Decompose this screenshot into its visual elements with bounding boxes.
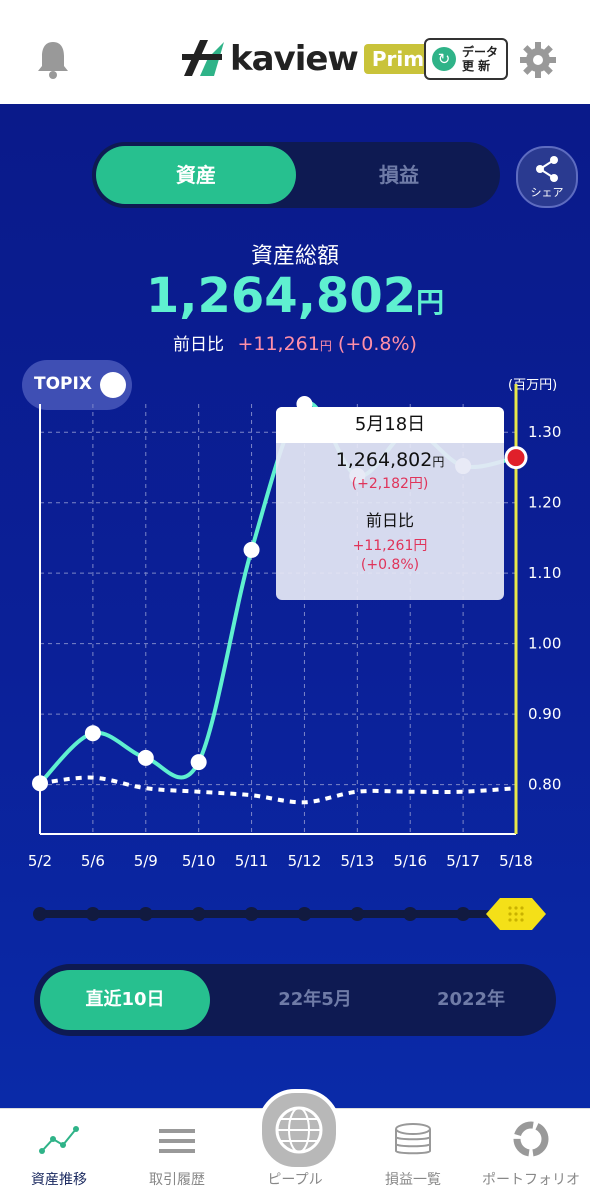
slider-dot <box>191 907 206 921</box>
x-tick-label: 5/6 <box>81 852 105 870</box>
daily-change: 前日比 +11,261円 (+0.8%) <box>0 330 590 355</box>
period-month[interactable]: 22年5月 <box>240 970 390 1030</box>
slider-dot <box>138 907 153 921</box>
y-tick-label: 1.00 <box>528 635 561 653</box>
share-icon <box>536 156 558 182</box>
slider-dot <box>85 907 100 921</box>
x-tick-label: 5/9 <box>134 852 158 870</box>
tooltip-sub: (+2,182円) <box>351 476 429 492</box>
nav-people[interactable]: ピープル <box>236 1089 354 1201</box>
data-point <box>84 725 101 742</box>
slider-dot <box>403 907 418 921</box>
nav-label: ピープル <box>267 1172 323 1188</box>
tooltip-diff-value: +11,261円 <box>352 538 428 554</box>
nav-label: ポートフォリオ <box>482 1172 580 1188</box>
data-button-line1: データ <box>462 45 499 59</box>
nav-label: 損益一覧 <box>385 1172 441 1188</box>
nav-asset-history[interactable]: 資産推移 <box>0 1109 118 1201</box>
date-slider[interactable] <box>0 894 590 934</box>
grip-icon <box>508 918 512 922</box>
refresh-icon: ↻ <box>432 47 456 71</box>
slider-dot <box>297 907 312 921</box>
total-assets-value: 1,264,802円 <box>0 268 590 324</box>
bottom-nav: 資産推移 取引履歴 ピープル 損益一覧 ポートフォリオ <box>0 1089 590 1201</box>
share-button[interactable]: シェア <box>516 146 578 208</box>
nav-profit-list[interactable]: 損益一覧 <box>354 1109 472 1201</box>
grip-icon <box>508 912 512 916</box>
x-tick-label: 5/18 <box>499 852 533 870</box>
gear-icon[interactable] <box>518 40 558 80</box>
data-button-line2: 更 新 <box>462 59 491 73</box>
list-icon <box>159 1129 195 1153</box>
selected-point <box>504 446 528 470</box>
chart-tooltip: 5月18日 1,264,802円 (+2,182円) 前日比 +11,261円 … <box>276 407 504 600</box>
diff-label: 前日比 <box>173 335 225 355</box>
app-logo: kaview Prime <box>180 34 446 84</box>
tooltip-date: 5月18日 <box>276 407 504 443</box>
view-toggle: 資産 損益 <box>92 142 500 208</box>
total-amount: 1,264,802 <box>145 268 417 324</box>
x-tick-label: 5/10 <box>182 852 216 870</box>
data-point <box>190 754 207 771</box>
nav-portfolio[interactable]: ポートフォリオ <box>472 1109 590 1201</box>
data-refresh-button[interactable]: ↻ データ 更 新 <box>424 38 508 80</box>
main-panel: 資産 損益 シェア 資産総額 1,264,802円 前日比 +11,261円 (… <box>0 104 590 1108</box>
x-tick-label: 5/13 <box>340 852 374 870</box>
line-chart-icon <box>39 1126 79 1154</box>
x-tick-label: 5/17 <box>446 852 480 870</box>
grip-icon <box>520 918 524 922</box>
globe-icon <box>275 1106 323 1154</box>
period-year[interactable]: 2022年 <box>396 970 546 1030</box>
data-point <box>137 749 154 766</box>
data-point <box>32 775 48 792</box>
nav-trade-history[interactable]: 取引履歴 <box>118 1109 236 1201</box>
series-topix <box>39 775 517 805</box>
grip-icon <box>520 912 524 916</box>
slider-dot <box>33 907 47 921</box>
share-label: シェア <box>530 186 564 199</box>
y-tick-label: 0.80 <box>528 776 561 794</box>
grip-icon <box>514 912 518 916</box>
x-tick-label: 5/2 <box>28 852 52 870</box>
y-tick-label: 0.90 <box>528 705 561 723</box>
tooltip-diff-label: 前日比 <box>365 511 414 530</box>
top-bar: kaview Prime ↻ データ 更 新 <box>0 0 590 104</box>
nav-label: 取引履歴 <box>149 1172 205 1188</box>
y-tick-label: 1.10 <box>528 564 561 582</box>
x-tick-label: 5/12 <box>288 852 322 870</box>
tab-profit-loss[interactable]: 損益 <box>302 146 496 204</box>
tooltip-diff-pct: (+0.8%) <box>360 557 420 573</box>
slider-dot <box>244 907 259 921</box>
x-tick-label: 5/11 <box>235 852 269 870</box>
grip-icon <box>520 906 524 910</box>
diff-value: +11,261円 (+0.8%) <box>237 333 417 355</box>
grip-icon <box>514 906 518 910</box>
data-point <box>243 541 260 558</box>
period-recent-10[interactable]: 直近10日 <box>40 970 210 1030</box>
y-tick-label: 1.30 <box>528 423 561 441</box>
logo-mark-icon <box>182 40 224 76</box>
tooltip-value: 1,264,802円 <box>335 449 445 471</box>
slider-dot <box>456 907 471 921</box>
grip-icon <box>508 906 512 910</box>
nav-label: 資産推移 <box>31 1172 87 1188</box>
pie-icon <box>513 1121 549 1157</box>
period-selector: 直近10日 22年5月 2022年 <box>34 964 556 1036</box>
slider-dot <box>350 907 365 921</box>
grip-icon <box>514 918 518 922</box>
total-assets-label: 資産総額 <box>250 244 339 269</box>
tab-assets[interactable]: 資産 <box>96 146 296 204</box>
y-tick-label: 1.20 <box>528 494 561 512</box>
total-unit: 円 <box>416 286 445 319</box>
stack-icon <box>395 1123 431 1155</box>
x-tick-label: 5/16 <box>393 852 427 870</box>
logo-text: kaview <box>230 39 359 79</box>
bell-icon[interactable] <box>34 38 72 80</box>
